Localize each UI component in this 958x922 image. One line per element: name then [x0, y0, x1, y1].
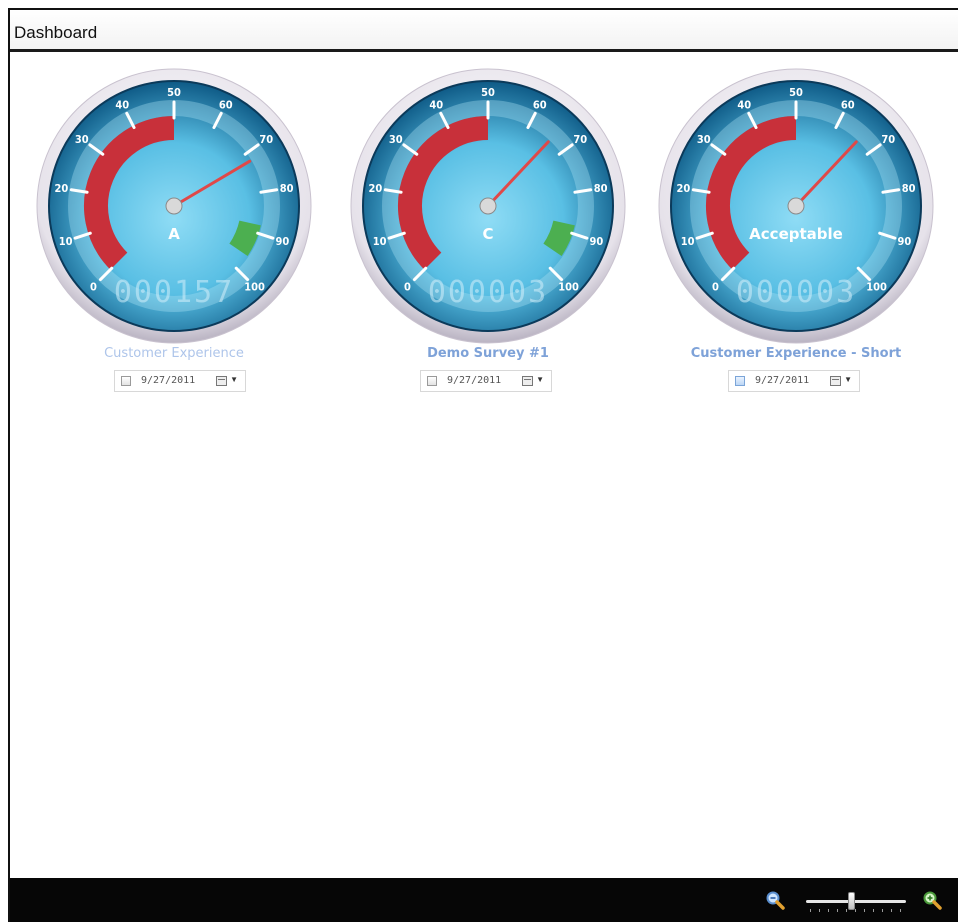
gauge-tick-label: 10 — [681, 235, 695, 248]
chevron-down-icon[interactable]: ▼ — [230, 375, 238, 384]
gauge-tick-label: 0 — [90, 281, 97, 294]
date-checkbox[interactable] — [735, 376, 745, 386]
gauge-tick-label: 10 — [59, 235, 73, 248]
zoom-in-icon[interactable] — [922, 890, 944, 912]
gauge-tick-label: 20 — [369, 182, 383, 195]
date-checkbox[interactable] — [121, 376, 131, 386]
gauge-tick-label: 90 — [898, 235, 912, 248]
gauge-tick-label: 60 — [841, 98, 855, 111]
gauge-green-band — [543, 220, 575, 257]
zoom-out-icon[interactable] — [765, 890, 787, 912]
zoom-slider-track[interactable] — [806, 900, 906, 903]
gauge-tick-label: 90 — [276, 235, 290, 248]
gauge-tick-label: 40 — [429, 98, 443, 111]
gauge-grade: Acceptable — [749, 225, 843, 243]
gauge-title[interactable]: Customer Experience — [34, 346, 314, 361]
calendar-icon[interactable] — [522, 376, 533, 386]
gauge-grade: C — [482, 225, 493, 243]
chevron-down-icon[interactable]: ▼ — [536, 375, 544, 384]
date-picker[interactable]: 9/27/2011 ▼ — [420, 370, 552, 392]
gauge-tick-label: 50 — [789, 86, 803, 99]
window-title: Dashboard — [14, 23, 98, 42]
gauge-counter: 000157 — [114, 275, 234, 310]
gauge-green-band — [229, 220, 261, 257]
gauge-tick-label: 30 — [75, 133, 89, 146]
chevron-down-icon[interactable]: ▼ — [844, 375, 852, 384]
gauge-tick-label: 0 — [404, 281, 411, 294]
gauge-tick-label: 80 — [280, 182, 294, 195]
gauge-tick-label: 40 — [737, 98, 751, 111]
gauge-tick-label: 80 — [594, 182, 608, 195]
calendar-icon[interactable] — [830, 376, 841, 386]
gauge-title[interactable]: Customer Experience - Short — [656, 346, 936, 361]
gauge-tick-label: 30 — [389, 133, 403, 146]
gauge-tick-label: 50 — [481, 86, 495, 99]
gauge-tick-label: 70 — [881, 133, 895, 146]
gauge-tick-label: 20 — [677, 182, 691, 195]
gauge-hub — [165, 197, 183, 215]
zoom-slider-thumb[interactable] — [847, 892, 855, 910]
gauge-tick-label: 100 — [866, 281, 887, 294]
dashboard-window: Dashboard 0 10 20 30 40 50 60 70 80 90 100 000157 A … — [8, 8, 958, 922]
gauge-tick-label: 100 — [244, 281, 265, 294]
gauge-tick-label: 100 — [558, 281, 579, 294]
gauge-widget-customer-experience-short: 0 10 20 30 40 50 60 70 80 90 100 000003 Acceptable C… — [656, 66, 936, 406]
gauge-tick-label: 0 — [712, 281, 719, 294]
gauge-counter: 000003 — [736, 275, 856, 310]
date-checkbox[interactable] — [427, 376, 437, 386]
gauge-grade: A — [168, 225, 180, 243]
gauge-widget-demo-survey: 0 10 20 30 40 50 60 70 80 90 100 000003 C Demo Surve… — [348, 66, 628, 406]
gauge-widget-customer-experience: 0 10 20 30 40 50 60 70 80 90 100 000157 A Customer E… — [34, 66, 314, 406]
gauge-hub — [787, 197, 805, 215]
gauge-tick-label: 90 — [590, 235, 604, 248]
date-value: 9/27/2011 — [141, 375, 196, 386]
bottom-toolbar — [10, 878, 958, 922]
gauge-title[interactable]: Demo Survey #1 — [348, 346, 628, 361]
gauge-dial: 0 10 20 30 40 50 60 70 80 90 100 000003 Acceptable — [658, 68, 934, 344]
gauge-tick-label: 60 — [533, 98, 547, 111]
gauge-counter: 000003 — [428, 275, 548, 310]
date-value: 9/27/2011 — [755, 375, 810, 386]
zoom-slider[interactable] — [806, 890, 906, 916]
gauge-tick-label: 10 — [373, 235, 387, 248]
title-bar: Dashboard — [10, 10, 958, 52]
date-picker[interactable]: 9/27/2011 ▼ — [114, 370, 246, 392]
gauge-tick-label: 20 — [55, 182, 69, 195]
calendar-icon[interactable] — [216, 376, 227, 386]
gauge-hub — [479, 197, 497, 215]
gauge-tick-label: 70 — [573, 133, 587, 146]
date-picker[interactable]: 9/27/2011 ▼ — [728, 370, 860, 392]
gauge-tick-label: 60 — [219, 98, 233, 111]
gauge-dial: 0 10 20 30 40 50 60 70 80 90 100 000157 A — [36, 68, 312, 344]
gauge-tick-label: 80 — [902, 182, 916, 195]
gauge-tick-label: 70 — [259, 133, 273, 146]
gauge-tick-label: 50 — [167, 86, 181, 99]
zoom-slider-ticks — [810, 909, 902, 912]
gauge-tick-label: 40 — [115, 98, 129, 111]
gauge-dial: 0 10 20 30 40 50 60 70 80 90 100 000003 C — [350, 68, 626, 344]
gauge-tick-label: 30 — [697, 133, 711, 146]
date-value: 9/27/2011 — [447, 375, 502, 386]
